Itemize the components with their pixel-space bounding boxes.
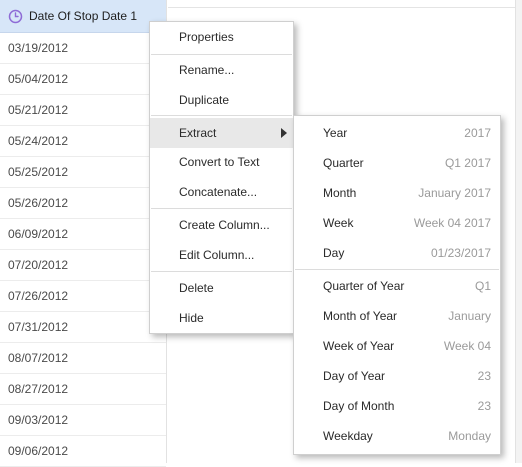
submenu-item-preview: Q1 (474, 279, 491, 293)
submenu-item-quarter-of-year[interactable]: Quarter of Year Q1 (294, 272, 500, 300)
submenu-item-preview: Q1 2017 (444, 156, 491, 170)
submenu-item-preview: 23 (477, 369, 491, 383)
menu-separator (151, 115, 292, 116)
table-row[interactable]: 09/03/2012 (0, 405, 166, 436)
table-row[interactable]: 05/26/2012 (0, 188, 166, 219)
menu-item-delete[interactable]: Delete (150, 274, 293, 302)
column-header[interactable]: Date Of Stop Date 1 (0, 0, 166, 33)
submenu-item-preview: 23 (477, 399, 491, 413)
submenu-item-preview: January (448, 309, 491, 323)
submenu-item-preview: January 2017 (418, 186, 491, 200)
submenu-arrow-icon (281, 128, 287, 138)
menu-separator (151, 271, 292, 272)
submenu-item-preview: Week 04 2017 (413, 216, 491, 230)
submenu-item-label: Weekday (323, 429, 373, 443)
clock-icon (8, 9, 23, 24)
submenu-item-label: Quarter (323, 156, 364, 170)
menu-item-extract[interactable]: Extract (150, 118, 293, 148)
submenu-item-day-of-year[interactable]: Day of Year 23 (294, 362, 500, 390)
table-row[interactable]: 08/07/2012 (0, 343, 166, 374)
submenu-item-label: Month of Year (323, 309, 398, 323)
date-column: Date Of Stop Date 1 03/19/2012 05/04/201… (0, 0, 167, 467)
table-row[interactable]: 07/26/2012 (0, 281, 166, 312)
menu-separator (295, 269, 499, 270)
menu-item-edit-column[interactable]: Edit Column... (150, 241, 293, 269)
submenu-item-label: Day of Year (323, 369, 386, 383)
menu-item-concatenate[interactable]: Concatenate... (150, 178, 293, 206)
submenu-item-weekday[interactable]: Weekday Monday (294, 422, 500, 450)
menu-item-duplicate[interactable]: Duplicate (150, 86, 293, 114)
table-row[interactable]: 05/24/2012 (0, 126, 166, 157)
table-row[interactable]: 06/09/2012 (0, 219, 166, 250)
menu-item-hide[interactable]: Hide (150, 304, 293, 332)
table-row[interactable]: 08/27/2012 (0, 374, 166, 405)
column-header-label: Date Of Stop Date 1 (29, 9, 138, 23)
submenu-item-week-of-year[interactable]: Week of Year Week 04 (294, 332, 500, 360)
table-row[interactable]: 05/21/2012 (0, 95, 166, 126)
submenu-item-label: Week (323, 216, 354, 230)
column-context-menu: Properties Rename... Duplicate Extract C… (149, 21, 294, 334)
table-row[interactable]: 07/31/2012 (0, 312, 166, 343)
menu-separator (151, 208, 292, 209)
submenu-item-month-of-year[interactable]: Month of Year January (294, 302, 500, 330)
menu-item-rename[interactable]: Rename... (150, 56, 293, 84)
menu-item-extract-label: Extract (179, 126, 217, 140)
scrollbar-track[interactable] (515, 0, 522, 463)
menu-item-create-column[interactable]: Create Column... (150, 211, 293, 239)
submenu-item-label: Day (323, 246, 345, 260)
submenu-item-year[interactable]: Year 2017 (294, 119, 500, 147)
submenu-item-label: Month (323, 186, 357, 200)
menu-item-convert-to-text[interactable]: Convert to Text (150, 148, 293, 176)
table-row[interactable]: 07/20/2012 (0, 250, 166, 281)
submenu-item-label: Quarter of Year (323, 279, 405, 293)
background-divider (168, 7, 522, 8)
table-row[interactable]: 09/06/2012 (0, 436, 166, 467)
submenu-item-month[interactable]: Month January 2017 (294, 179, 500, 207)
submenu-item-preview: Week 04 (443, 339, 491, 353)
table-row[interactable]: 05/25/2012 (0, 157, 166, 188)
table-row[interactable]: 03/19/2012 (0, 33, 166, 64)
submenu-item-day[interactable]: Day 01/23/2017 (294, 239, 500, 267)
submenu-item-week[interactable]: Week Week 04 2017 (294, 209, 500, 237)
menu-separator (151, 54, 292, 55)
table-row[interactable]: 05/04/2012 (0, 64, 166, 95)
submenu-item-preview: Monday (448, 429, 491, 443)
submenu-item-label: Year (323, 126, 348, 140)
submenu-item-label: Week of Year (323, 339, 395, 353)
submenu-item-day-of-month[interactable]: Day of Month 23 (294, 392, 500, 420)
submenu-item-label: Day of Month (323, 399, 395, 413)
menu-item-properties[interactable]: Properties (150, 23, 293, 51)
submenu-item-quarter[interactable]: Quarter Q1 2017 (294, 149, 500, 177)
submenu-item-preview: 2017 (464, 126, 491, 140)
extract-submenu: Year 2017 Quarter Q1 2017 Month January … (293, 115, 501, 455)
submenu-item-preview: 01/23/2017 (430, 246, 491, 260)
